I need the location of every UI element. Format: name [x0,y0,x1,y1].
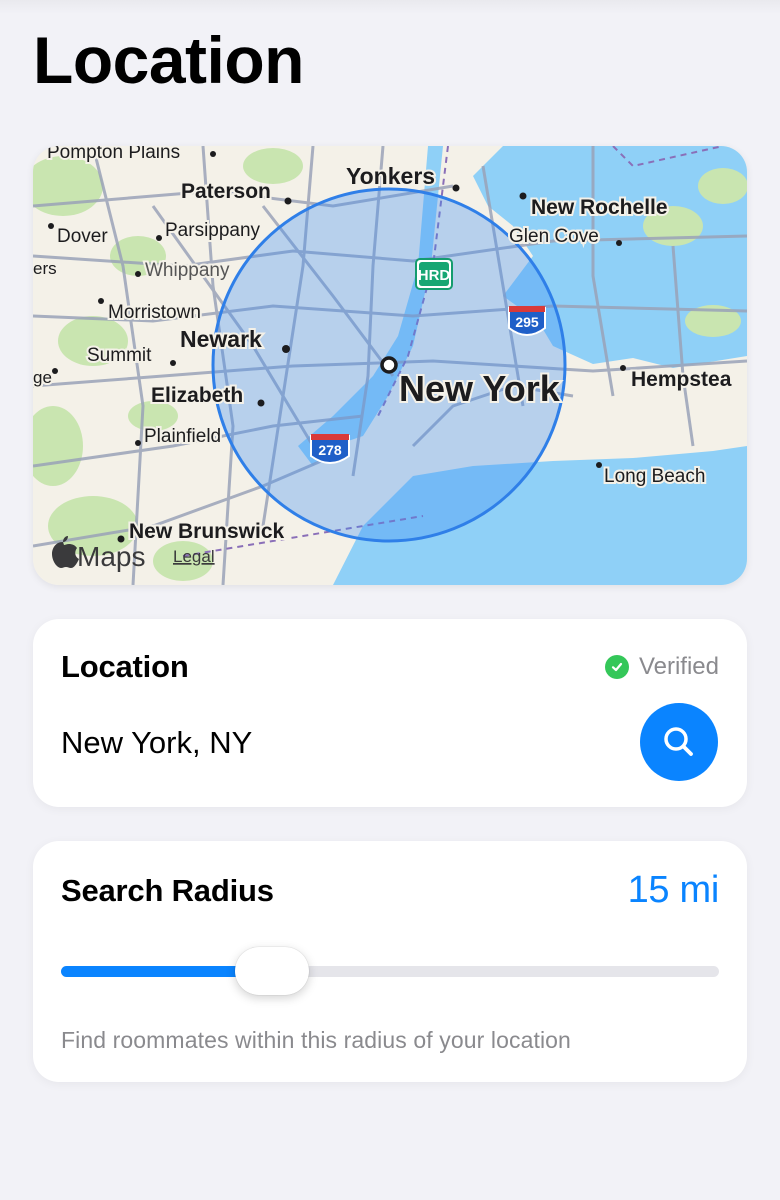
page-title: Location [33,23,305,97]
map-label-plainfield: Plainfield [144,426,221,447]
map-center-pin [380,356,398,374]
search-radius-value: 15 mi [627,869,720,911]
search-radius-heading: Search Radius [61,873,274,908]
map-label-yonkers: Yonkers [346,163,435,189]
map-label-new-york: New York [399,368,561,409]
verified-status: Verified [604,653,719,681]
map-label-ers: ers [33,259,57,278]
map-label-elizabeth: Elizabeth [151,384,243,407]
maps-brand-label: Maps [77,541,145,572]
map-label-whippany: Whippany [145,260,230,281]
map-label-glen-cove: Glen Cove [509,226,599,247]
search-radius-slider[interactable] [61,947,719,995]
map-label-dover: Dover [57,226,108,247]
map-label-summit: Summit [87,345,152,366]
map-view[interactable]: Pompton Plains Paterson Yonkers New Roch… [33,146,747,585]
slider-thumb[interactable] [234,947,309,995]
shield-hrd-label: HRD [418,267,451,284]
verified-label: Verified [638,653,719,680]
map-label-new-brunswick: New Brunswick [129,520,285,543]
map-label-new-rochelle: New Rochelle [531,196,668,219]
map-label-parsippany: Parsippany [165,220,261,241]
map-label-hempstead: Hempstea [631,368,732,391]
legal-link[interactable]: Legal [173,547,215,566]
map-label-paterson: Paterson [181,180,271,203]
map-label-newark: Newark [180,326,262,352]
location-card: Location Verified New York, NY [33,619,747,807]
search-icon [664,727,693,756]
map-label-long-beach: Long Beach [604,466,705,487]
shield-278-label: 278 [318,442,342,458]
location-value[interactable]: New York, NY [61,725,252,761]
checkmark-circle-icon [604,655,629,679]
location-heading: Location [61,649,189,684]
map-canvas[interactable]: Pompton Plains Paterson Yonkers New Roch… [33,146,747,585]
shield-295-label: 295 [515,314,539,330]
search-location-button[interactable] [640,703,718,781]
map-label-pompton: Pompton Plains [47,146,180,163]
status-bar-fade [0,0,780,14]
map-label-morristown: Morristown [108,302,201,323]
search-radius-card: Search Radius 15 mi Find roommates withi… [33,841,747,1082]
search-radius-hint: Find roommates within this radius of you… [61,1027,571,1053]
map-label-ge: ge [33,368,52,387]
